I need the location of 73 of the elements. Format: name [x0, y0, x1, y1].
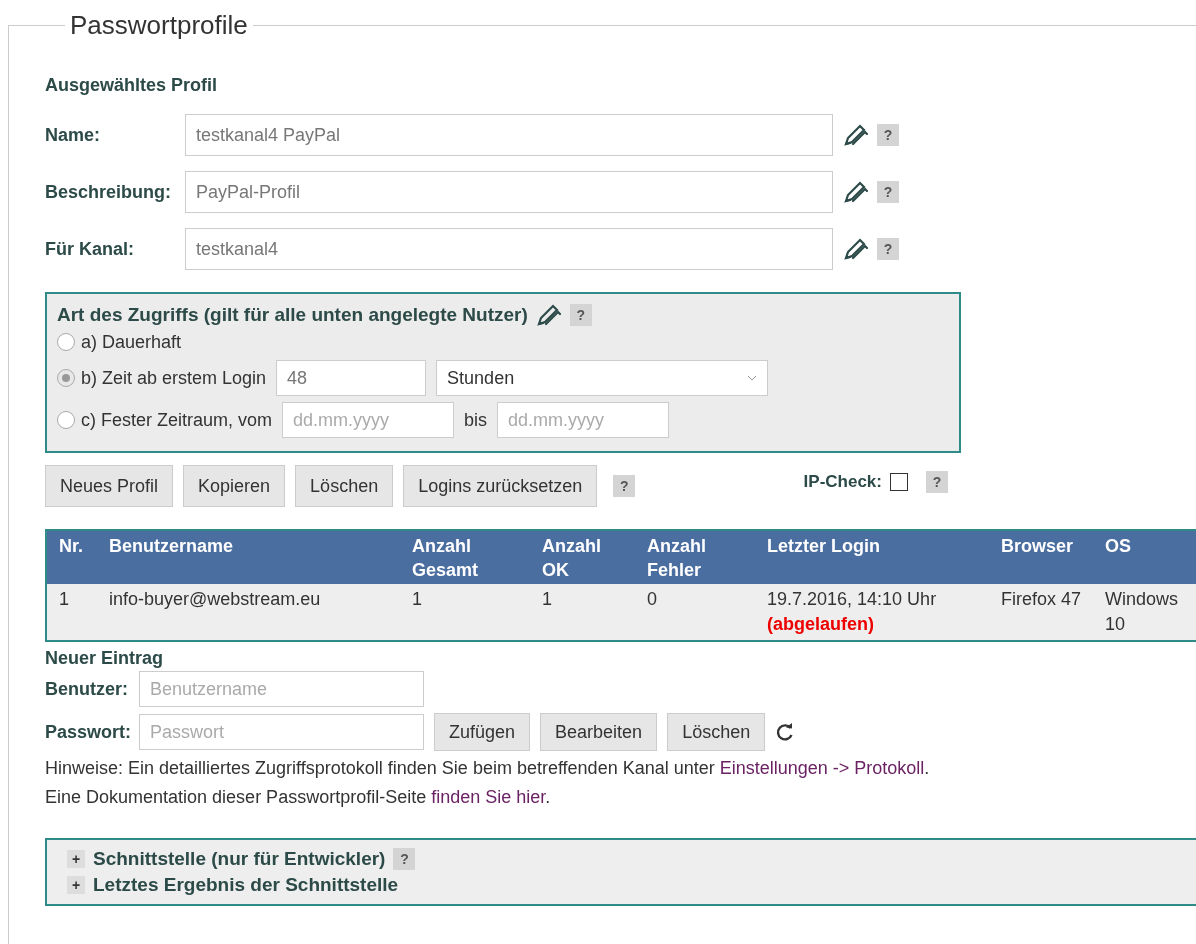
table-cell: Firefox 47 — [989, 584, 1093, 641]
unit-dropdown[interactable]: Stunden — [436, 360, 769, 396]
column-header: Browser — [989, 530, 1093, 584]
section-heading: Neuer Eintrag — [45, 648, 164, 669]
profile-button[interactable]: Neues Profil — [45, 465, 174, 507]
radio-button[interactable] — [57, 333, 75, 351]
hint-text: Eine Dokumentation dieser Passwortprofil-Seite finden Sie hier. — [45, 786, 552, 809]
column-header: Anzahl Gesamt — [400, 530, 530, 584]
status-text: (abgelaufen) — [767, 613, 875, 636]
panel-title: Art des Zugriffs (gilt für alle unten angelegte Nutzer) — [57, 304, 528, 326]
checkbox[interactable] — [890, 473, 908, 491]
entry-button[interactable]: Zufügen — [434, 713, 531, 751]
section-heading: Ausgewähltes Profil — [45, 75, 218, 96]
chevron-down-icon — [747, 375, 758, 381]
text-field[interactable]: testkanal4 PayPal — [185, 114, 833, 156]
pencil-icon[interactable] — [535, 303, 562, 327]
radio-label: b) Zeit ab erstem Login — [81, 367, 267, 389]
pencil-icon[interactable] — [843, 237, 869, 261]
help-badge[interactable]: ? — [877, 124, 899, 146]
field-label: Name: — [45, 124, 102, 146]
help-badge[interactable]: ? — [877, 181, 899, 203]
column-header: Anzahl OK — [530, 530, 635, 584]
field-label: Benutzer: — [45, 678, 129, 700]
table-cell: 1 — [400, 584, 530, 641]
field-label: Für Kanal: — [45, 238, 135, 260]
help-badge[interactable]: ? — [393, 848, 416, 870]
profile-button[interactable]: Logins zurücksetzen — [403, 465, 598, 507]
column-header: OS — [1093, 530, 1196, 584]
refresh-icon[interactable] — [775, 722, 796, 742]
table-cell: 0 — [635, 584, 755, 641]
pencil-icon[interactable] — [843, 180, 869, 204]
radio-button[interactable] — [57, 411, 75, 429]
text-field[interactable]: PayPal-Profil — [185, 171, 833, 213]
table-cell-text: 19.7.2016, 14:10 Uhr — [767, 588, 938, 611]
column-header: Anzahl Fehler — [635, 530, 755, 584]
field-label: Passwort: — [45, 721, 133, 743]
entry-button[interactable]: Bearbeiten — [540, 713, 658, 751]
section-title[interactable]: Schnittstelle (nur für Entwickler) — [93, 848, 386, 870]
pencil-icon[interactable] — [843, 123, 869, 147]
link[interactable]: finden Sie hier — [431, 787, 546, 807]
section-title: Passwortprofile — [69, 10, 249, 41]
table-cell: 1 — [46, 584, 97, 641]
field-label: Beschreibung: — [45, 181, 173, 203]
column-header: Nr. — [46, 530, 97, 584]
help-badge[interactable]: ? — [569, 304, 592, 326]
table-cell: Windows 10 — [1093, 584, 1196, 641]
table-cell: info-buyer@webstream.eu — [97, 584, 400, 641]
hint-text: Hinweise: Ein detailliertes Zugriffsprotokoll finden Sie beim betreffenden Kanal unter Einstellungen -> Protokoll. — [45, 757, 931, 780]
date-field[interactable]: dd.mm.yyyy — [497, 402, 670, 438]
radio-label: c) Fester Zeitraum, vom — [81, 409, 273, 431]
field-label: bis — [464, 409, 488, 431]
number-field[interactable]: 48 — [276, 360, 427, 396]
column-header: Letzter Login — [755, 530, 989, 584]
profile-button[interactable]: Löschen — [295, 465, 394, 507]
username-field[interactable]: Benutzername — [139, 671, 424, 707]
link[interactable]: Einstellungen -> Protokoll — [719, 758, 925, 778]
checkbox-label: IP-Check: — [803, 472, 882, 492]
expand-toggle[interactable]: + — [67, 876, 85, 894]
help-badge[interactable]: ? — [613, 475, 636, 497]
column-header: Benutzername — [97, 530, 400, 584]
table-cell: 1 — [530, 584, 635, 641]
radio-button[interactable] — [57, 369, 75, 387]
text-field[interactable]: testkanal4 — [185, 228, 833, 270]
entry-button[interactable]: Löschen — [667, 713, 766, 751]
expand-toggle[interactable]: + — [67, 850, 85, 868]
password-field[interactable]: Passwort — [139, 714, 424, 750]
date-field[interactable]: dd.mm.yyyy — [282, 402, 455, 438]
radio-label: a) Dauerhaft — [81, 331, 182, 353]
help-badge[interactable]: ? — [877, 238, 899, 260]
section-title[interactable]: Letztes Ergebnis der Schnittstelle — [93, 874, 399, 896]
dropdown-value: Stunden — [447, 367, 515, 389]
help-badge[interactable]: ? — [926, 471, 948, 493]
profile-button[interactable]: Kopieren — [183, 465, 286, 507]
